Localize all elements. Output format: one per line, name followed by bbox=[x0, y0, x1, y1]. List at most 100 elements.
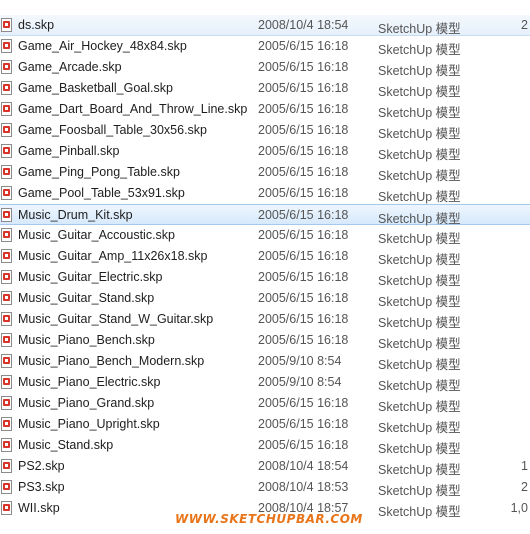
file-row[interactable]: Music_Piano_Upright.skp 2005/6/15 16:18 Sk… bbox=[0, 414, 530, 435]
file-row[interactable]: Music_Piano_Grand.skp 2005/6/15 16:18 Sket… bbox=[0, 393, 530, 414]
sketchup-file-icon bbox=[1, 291, 12, 305]
file-date-modified: 2005/6/15 16:18 bbox=[258, 165, 349, 179]
file-row[interactable]: Game_Dart_Board_And_Throw_Line.skp 2005/6… bbox=[0, 99, 530, 120]
file-type: SketchUp 模型 bbox=[378, 337, 461, 351]
file-type: SketchUp 模型 bbox=[378, 85, 461, 99]
file-type: SketchUp 模型 bbox=[378, 253, 461, 267]
sketchup-file-icon bbox=[1, 354, 12, 368]
file-type: SketchUp 模型 bbox=[378, 463, 461, 477]
file-row[interactable]: Music_Piano_Bench.skp 2005/6/15 16:18 Sket… bbox=[0, 330, 530, 351]
file-row[interactable]: Game_Arcade.skp 2005/6/15 16:18 SketchUp 模… bbox=[0, 57, 530, 78]
file-date-modified: 2005/6/15 16:18 bbox=[258, 417, 349, 431]
file-name: Game_Ping_Pong_Table.skp bbox=[18, 165, 180, 179]
file-name: ds.skp bbox=[18, 18, 55, 32]
file-type: SketchUp 模型 bbox=[378, 169, 461, 183]
sketchup-file-icon bbox=[1, 165, 12, 179]
file-row[interactable]: PS3.skp 2008/10/4 18:53 SketchUp 模型 2 bbox=[0, 477, 530, 498]
file-date-modified: 2005/6/15 16:18 bbox=[258, 81, 349, 95]
sketchup-file-icon bbox=[1, 81, 12, 95]
file-type: SketchUp 模型 bbox=[378, 379, 461, 393]
file-date-modified: 2005/6/15 16:18 bbox=[258, 396, 349, 410]
file-row[interactable]: Game_Ping_Pong_Table.skp 2005/6/15 16:18 S… bbox=[0, 162, 530, 183]
file-row[interactable]: Music_Guitar_Amp_11x26x18.skp 2005/6/15 1… bbox=[0, 246, 530, 267]
sketchup-file-icon bbox=[1, 102, 12, 116]
file-name: Music_Guitar_Accoustic.skp bbox=[18, 228, 176, 242]
file-type: SketchUp 模型 bbox=[378, 64, 461, 78]
file-date-modified: 2005/6/15 16:18 bbox=[258, 208, 349, 222]
file-name: Music_Guitar_Stand_W_Guitar.skp bbox=[18, 312, 214, 326]
file-date-modified: 2008/10/4 18:54 bbox=[258, 459, 349, 473]
file-row[interactable]: Music_Stand.skp 2005/6/15 16:18 SketchUp 模… bbox=[0, 435, 530, 456]
file-size: 1 bbox=[521, 459, 528, 473]
file-row[interactable]: Game_Pool_Table_53x91.skp 2005/6/15 16:18… bbox=[0, 183, 530, 204]
sketchup-file-icon bbox=[1, 60, 12, 74]
file-name: Music_Guitar_Amp_11x26x18.skp bbox=[18, 249, 208, 263]
sketchup-file-icon bbox=[1, 18, 12, 32]
file-date-modified: 2005/9/10 8:54 bbox=[258, 375, 342, 389]
file-date-modified: 2005/6/15 16:18 bbox=[258, 438, 349, 452]
file-type: SketchUp 模型 bbox=[378, 43, 461, 57]
file-date-modified: 2005/9/10 8:54 bbox=[258, 354, 342, 368]
file-name: Game_Pinball.skp bbox=[18, 144, 120, 158]
file-type: SketchUp 模型 bbox=[378, 421, 461, 435]
sketchup-file-icon bbox=[1, 249, 12, 263]
file-type: SketchUp 模型 bbox=[378, 22, 461, 36]
sketchup-file-icon bbox=[1, 39, 12, 53]
file-name: Music_Guitar_Electric.skp bbox=[18, 270, 163, 284]
file-date-modified: 2005/6/15 16:18 bbox=[258, 333, 349, 347]
file-row[interactable]: Game_Pinball.skp 2005/6/15 16:18 SketchUp … bbox=[0, 141, 530, 162]
file-row[interactable]: Game_Basketball_Goal.skp 2005/6/15 16:18 S… bbox=[0, 78, 530, 99]
file-name: Game_Pool_Table_53x91.skp bbox=[18, 186, 185, 200]
file-type: SketchUp 模型 bbox=[378, 400, 461, 414]
file-row[interactable]: ds.skp 2008/10/4 18:54 SketchUp 模型 2 bbox=[0, 15, 530, 36]
file-name: PS2.skp bbox=[18, 459, 65, 473]
file-type: SketchUp 模型 bbox=[378, 442, 461, 456]
file-type: SketchUp 模型 bbox=[378, 106, 461, 120]
sketchup-file-icon bbox=[1, 459, 12, 473]
file-type: SketchUp 模型 bbox=[378, 295, 461, 309]
file-type: SketchUp 模型 bbox=[378, 148, 461, 162]
file-row[interactable]: Music_Guitar_Electric.skp 2005/6/15 16:18… bbox=[0, 267, 530, 288]
sketchup-file-icon bbox=[1, 417, 12, 431]
file-row[interactable]: Music_Drum_Kit.skp 2005/6/15 16:18 SketchU… bbox=[0, 204, 530, 226]
file-type: SketchUp 模型 bbox=[378, 232, 461, 246]
file-name: Music_Piano_Bench_Modern.skp bbox=[18, 354, 205, 368]
file-row[interactable]: Music_Piano_Electric.skp 2005/9/10 8:54 Sk… bbox=[0, 372, 530, 393]
file-type: SketchUp 模型 bbox=[378, 358, 461, 372]
file-name: Music_Piano_Grand.skp bbox=[18, 396, 155, 410]
file-size: 2 bbox=[521, 480, 528, 494]
file-date-modified: 2005/6/15 16:18 bbox=[258, 249, 349, 263]
file-name: Game_Dart_Board_And_Throw_Line.skp bbox=[18, 102, 248, 116]
file-date-modified: 2008/10/4 18:54 bbox=[258, 18, 349, 32]
file-name: Game_Arcade.skp bbox=[18, 60, 122, 74]
file-row[interactable]: Game_Air_Hockey_48x84.skp 2005/6/15 16:18… bbox=[0, 36, 530, 57]
file-date-modified: 2005/6/15 16:18 bbox=[258, 39, 349, 53]
file-size: 2 bbox=[521, 18, 528, 32]
sketchup-file-icon bbox=[1, 186, 12, 200]
sketchup-file-icon bbox=[1, 208, 12, 222]
file-name: Game_Air_Hockey_48x84.skp bbox=[18, 39, 187, 53]
file-date-modified: 2005/6/15 16:18 bbox=[258, 102, 349, 116]
file-row[interactable]: Music_Piano_Bench_Modern.skp 2005/9/10 8:… bbox=[0, 351, 530, 372]
file-date-modified: 2005/6/15 16:18 bbox=[258, 228, 349, 242]
sketchup-file-icon bbox=[1, 396, 12, 410]
file-row[interactable]: Music_Guitar_Accoustic.skp 2005/6/15 16:1… bbox=[0, 225, 530, 246]
file-type: SketchUp 模型 bbox=[378, 505, 461, 519]
file-name: PS3.skp bbox=[18, 480, 65, 494]
file-name: Game_Basketball_Goal.skp bbox=[18, 81, 173, 95]
file-date-modified: 2008/10/4 18:53 bbox=[258, 480, 349, 494]
file-name: Music_Guitar_Stand.skp bbox=[18, 291, 155, 305]
sketchup-file-icon bbox=[1, 501, 12, 515]
file-row[interactable]: Game_Foosball_Table_30x56.skp 2005/6/15 1… bbox=[0, 120, 530, 141]
file-type: SketchUp 模型 bbox=[378, 274, 461, 288]
file-row[interactable]: PS2.skp 2008/10/4 18:54 SketchUp 模型 1 bbox=[0, 456, 530, 477]
sketchup-file-icon bbox=[1, 270, 12, 284]
file-name: Music_Piano_Bench.skp bbox=[18, 333, 155, 347]
file-type: SketchUp 模型 bbox=[378, 484, 461, 498]
sketchup-file-icon bbox=[1, 144, 12, 158]
file-name: Music_Piano_Upright.skp bbox=[18, 417, 160, 431]
file-row[interactable]: Music_Guitar_Stand.skp 2005/6/15 16:18 Ske… bbox=[0, 288, 530, 309]
file-name: Music_Stand.skp bbox=[18, 438, 114, 452]
file-row[interactable]: Music_Guitar_Stand_W_Guitar.skp 2005/6/15… bbox=[0, 309, 530, 330]
sketchup-file-icon bbox=[1, 480, 12, 494]
